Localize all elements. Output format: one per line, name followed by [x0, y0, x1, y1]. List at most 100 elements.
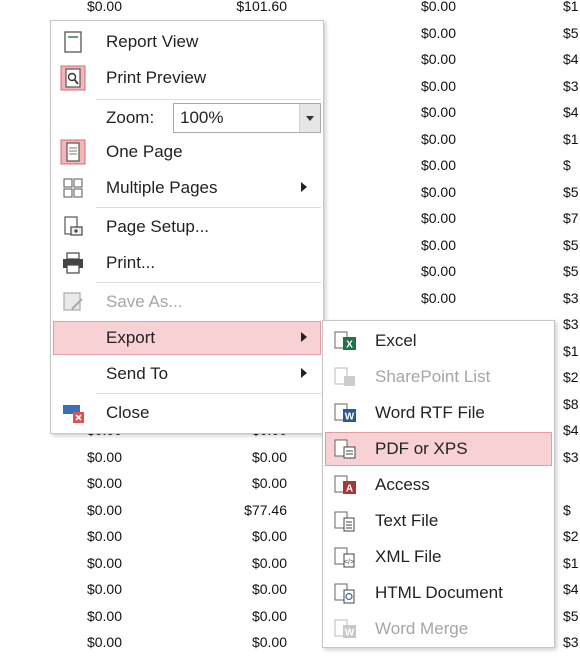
report-cell: $1	[563, 130, 579, 147]
export-item-excel[interactable]: X Excel	[325, 324, 552, 358]
report-cell: $0.00	[251, 634, 287, 650]
report-cell: $0.00	[251, 528, 287, 544]
export-item-pdf-xps[interactable]: PDF or XPS	[325, 432, 552, 466]
report-cell: $0.00	[86, 475, 122, 491]
export-item-sharepoint-list: SharePoint List	[325, 360, 552, 394]
menu-item-label: Export	[106, 328, 156, 347]
menu-item-label: Print...	[106, 253, 156, 272]
zoom-value: 100%	[180, 108, 224, 127]
report-cell: $0.00	[86, 554, 122, 571]
zoom-dropdown-button[interactable]	[299, 104, 320, 132]
report-cell: $0.00	[420, 289, 456, 306]
menu-item-label: Access	[375, 475, 430, 494]
zoom-label: Zoom:	[106, 108, 155, 127]
save-as-icon	[63, 292, 83, 311]
report-cell: $0.00	[420, 236, 456, 253]
export-item-word-merge: W Word Merge	[325, 612, 552, 646]
report-cell: $8	[563, 395, 579, 412]
report-cell: $3	[563, 289, 579, 306]
report-cell: $3	[563, 77, 579, 94]
report-cell: $	[563, 157, 571, 173]
svg-text:</>: </>	[344, 559, 354, 566]
report-cell: $2	[563, 528, 579, 544]
export-item-html-document[interactable]: HTML Document	[325, 576, 552, 610]
chevron-right-icon	[301, 332, 307, 342]
context-menu: Report View Print Preview Zoom: 100% One	[50, 20, 324, 434]
report-cell: $7	[563, 210, 579, 226]
report-cell: $5	[563, 607, 579, 624]
menu-item-report-view[interactable]: Report View	[53, 25, 321, 59]
menu-item-label: Report View	[106, 32, 199, 51]
report-cell: $1	[563, 342, 579, 359]
report-cell: $0.00	[251, 448, 287, 465]
menu-item-label: Text File	[375, 511, 439, 530]
menu-item-label: HTML Document	[375, 583, 503, 602]
svg-text:A: A	[346, 484, 353, 495]
report-cell: $3	[563, 448, 579, 465]
menu-item-page-setup[interactable]: Page Setup...	[53, 210, 321, 244]
word-icon: W	[334, 403, 356, 423]
report-cell: $0.00	[86, 581, 122, 597]
report-cell: $5	[563, 263, 579, 279]
menu-item-label: One Page	[106, 142, 183, 161]
menu-item-label: PDF or XPS	[375, 439, 468, 458]
report-cell: $101.60	[236, 0, 287, 14]
svg-text:X: X	[346, 340, 353, 351]
menu-item-print[interactable]: Print...	[53, 246, 321, 280]
menu-item-label: Word RTF File	[375, 403, 485, 422]
report-cell: $1	[563, 554, 579, 571]
report-cell: $	[563, 501, 571, 518]
menu-item-label: Multiple Pages	[106, 178, 218, 197]
menu-item-label: Page Setup...	[106, 217, 210, 236]
menu-item-one-page[interactable]: One Page	[53, 135, 321, 169]
menu-item-send-to[interactable]: Send To	[53, 357, 321, 391]
chevron-right-icon	[301, 182, 307, 192]
menu-item-label: Print Preview	[106, 68, 207, 87]
export-submenu: X Excel SharePoint List W Word RTF File …	[322, 320, 555, 648]
xml-file-icon: </>	[334, 547, 355, 568]
report-cell: $0.00	[86, 528, 122, 544]
multiple-pages-icon	[63, 178, 83, 198]
report-cell: $0.00	[420, 0, 456, 14]
export-item-xml-file[interactable]: </> XML File	[325, 540, 552, 574]
report-cell: $3	[563, 634, 579, 650]
report-cell: $5	[563, 24, 579, 41]
separator	[96, 282, 321, 283]
menu-item-label: SharePoint List	[375, 367, 491, 386]
menu-item-label: Send To	[106, 364, 169, 383]
chevron-right-icon	[301, 368, 307, 378]
access-icon: A	[334, 475, 356, 495]
word-merge-icon: W	[334, 619, 356, 639]
report-cell: $0.00	[251, 554, 287, 571]
report-cell: $5	[563, 236, 579, 253]
print-preview-icon	[60, 65, 86, 91]
menu-item-label: Save As...	[106, 292, 183, 311]
export-item-text-file[interactable]: Text File	[325, 504, 552, 538]
report-cell: $0.00	[86, 634, 122, 650]
report-cell: $4	[563, 51, 579, 67]
report-cell: $0.00	[86, 0, 122, 14]
pdf-xps-icon	[334, 439, 356, 459]
menu-item-export[interactable]: Export	[53, 321, 321, 355]
report-cell: $4	[563, 581, 579, 597]
close-window-icon	[63, 405, 84, 423]
report-cell: $0.00	[420, 104, 456, 120]
export-item-word-rtf[interactable]: W Word RTF File	[325, 396, 552, 430]
report-cell: $0.00	[420, 51, 456, 67]
report-cell: $0.00	[86, 607, 122, 624]
report-cell: $4	[563, 104, 579, 120]
zoom-select[interactable]: 100%	[173, 103, 321, 133]
chevron-down-icon	[306, 116, 314, 121]
menu-item-zoom: Zoom: 100%	[53, 101, 321, 135]
excel-icon: X	[334, 331, 356, 351]
menu-item-print-preview[interactable]: Print Preview	[53, 61, 321, 95]
report-cell: $4	[563, 422, 579, 438]
menu-item-close[interactable]: Close	[53, 396, 321, 430]
export-item-access[interactable]: A Access	[325, 468, 552, 502]
one-page-icon	[60, 139, 86, 165]
report-cell: $5	[563, 183, 579, 200]
report-cell: $3	[563, 316, 579, 332]
report-cell: $0.00	[86, 448, 122, 465]
menu-item-multiple-pages[interactable]: Multiple Pages	[53, 171, 321, 205]
report-cell: $0.00	[420, 157, 456, 173]
